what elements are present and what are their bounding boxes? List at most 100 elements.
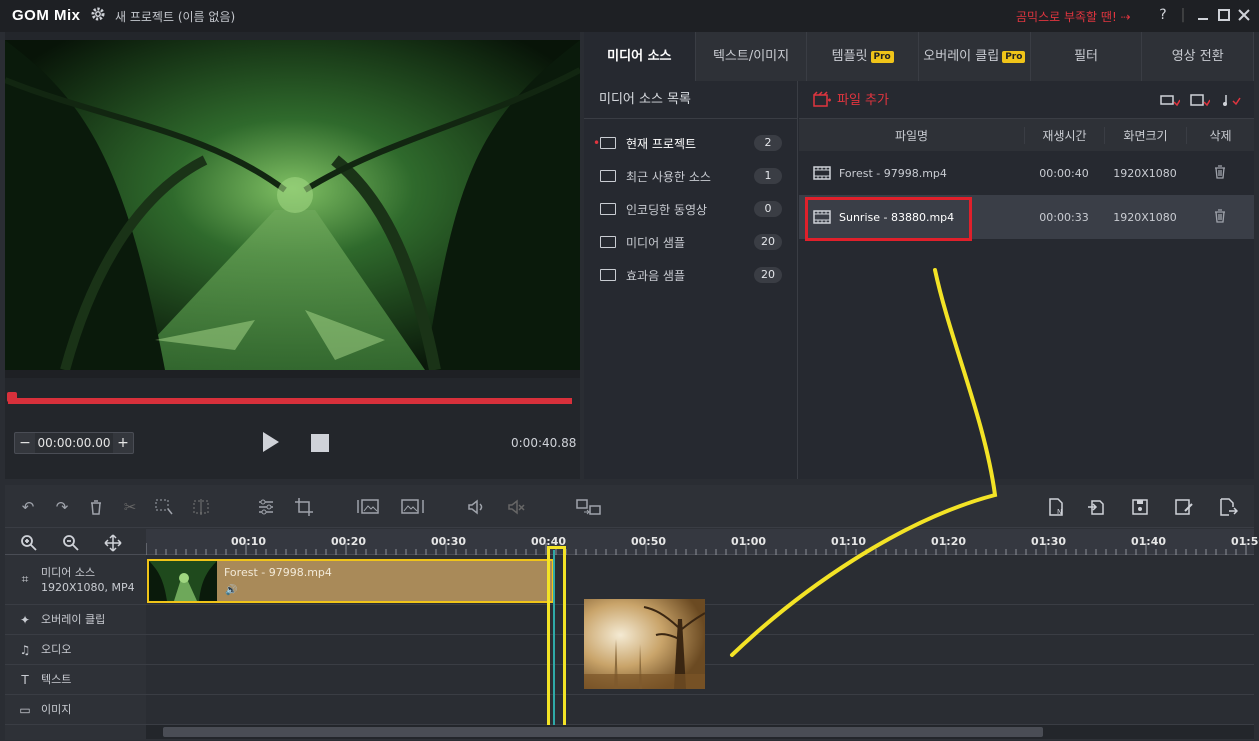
redo-icon[interactable]: ↷	[52, 497, 72, 517]
minimize-icon[interactable]	[1194, 6, 1212, 24]
folder-icon	[600, 269, 616, 281]
folder-icon	[600, 170, 616, 182]
tab-label: 텍스트/이미지	[712, 49, 790, 64]
cut-icon[interactable]: ✂	[120, 497, 140, 517]
folder-item[interactable]: 인코딩한 동영상 0	[584, 194, 798, 224]
promo-link[interactable]: 곰믹스로 부족할 땐! ⇢	[1016, 8, 1131, 25]
save-project-icon[interactable]	[1130, 497, 1150, 517]
track-name: 오디오	[41, 643, 72, 656]
timecode-value[interactable]: 00:00:00.00	[35, 433, 113, 453]
folder-item[interactable]: 미디어 샘플 20	[584, 227, 798, 257]
file-name-cell: Forest - 97998.mp4	[799, 166, 1024, 180]
trash-icon[interactable]	[1186, 208, 1254, 226]
stop-icon[interactable]	[311, 434, 329, 452]
folder-item[interactable]: 효과음 샘플 20	[584, 260, 798, 290]
folder-label: 미디어 샘플	[626, 235, 686, 250]
folder-item[interactable]: 최근 사용한 소스 1	[584, 161, 798, 191]
clip-thumbnail	[149, 561, 217, 601]
track-lane-4[interactable]	[146, 695, 1254, 725]
file-size: 1920X1080	[1113, 166, 1177, 180]
timeline-scroll-thumb[interactable]	[163, 727, 1043, 737]
track-label-4: ▭ 이미지	[5, 695, 146, 725]
ruler-label: 01:20	[931, 535, 967, 548]
tab-label: 템플릿	[831, 49, 868, 64]
crop-icon[interactable]	[294, 497, 314, 517]
tab-0[interactable]: 미디어 소스	[584, 32, 696, 81]
mute-icon[interactable]	[506, 497, 526, 517]
split-icon[interactable]	[192, 497, 212, 517]
add-file-button[interactable]: 파일 추가	[813, 89, 889, 108]
folder-count: 20	[754, 234, 782, 250]
pro-badge: Pro	[870, 50, 894, 63]
tab-label: 오버레이 클립	[923, 49, 1000, 64]
svg-text:N: N	[1057, 508, 1062, 516]
folder-count: 20	[754, 267, 782, 283]
folder-count: 2	[754, 135, 782, 151]
zoom-in-icon[interactable]	[20, 534, 38, 552]
dragged-sunrise-thumbnail[interactable]	[584, 599, 705, 689]
save-as-icon[interactable]	[1174, 497, 1194, 517]
col-filename[interactable]: 파일명	[799, 127, 1024, 144]
select-range-icon[interactable]	[154, 497, 174, 517]
tab-3[interactable]: 오버레이 클립 Pro	[919, 32, 1031, 81]
timecode-minus-button[interactable]: −	[15, 435, 35, 451]
folder-icon	[600, 137, 616, 149]
undo-icon[interactable]: ↶	[18, 497, 38, 517]
zoom-out-icon[interactable]	[62, 534, 80, 552]
video-preview[interactable]	[5, 40, 580, 370]
folder-item[interactable]: 현재 프로젝트 2	[584, 128, 798, 158]
ruler-label: 01:50	[1231, 535, 1259, 548]
col-duration[interactable]: 재생시간	[1024, 126, 1104, 144]
transition-icon[interactable]	[576, 497, 602, 517]
delete-icon[interactable]	[86, 497, 106, 517]
tab-4[interactable]: 필터	[1031, 32, 1143, 81]
film-icon	[813, 166, 831, 180]
close-icon[interactable]	[1235, 6, 1253, 24]
file-size: 1920X1080	[1113, 210, 1177, 224]
timeline-clip-forest[interactable]: 🔊	[147, 559, 554, 603]
maximize-icon[interactable]	[1215, 6, 1233, 24]
sort-image-icon[interactable]	[1190, 93, 1210, 107]
trash-icon[interactable]	[1186, 164, 1254, 182]
timeline-ruler[interactable]	[146, 529, 1254, 555]
gear-icon[interactable]	[90, 6, 106, 22]
new-project-icon[interactable]: N	[1046, 497, 1066, 517]
insert-image-after-icon[interactable]	[400, 497, 426, 517]
file-duration: 00:00:33	[1039, 210, 1089, 224]
play-icon[interactable]	[263, 432, 279, 452]
track-name: 오버레이 클립	[41, 613, 106, 626]
help-icon[interactable]: ?	[1154, 6, 1172, 24]
track-label-3: T 텍스트	[5, 665, 146, 695]
insert-image-before-icon[interactable]	[356, 497, 382, 517]
ruler-label: 01:00	[731, 535, 767, 548]
folder-count: 0	[754, 201, 782, 217]
preview-divider	[5, 370, 580, 378]
tab-2[interactable]: 템플릿 Pro	[807, 32, 920, 81]
sort-audio-icon[interactable]	[1222, 93, 1242, 107]
tab-1[interactable]: 텍스트/이미지	[696, 32, 808, 81]
folder-icon	[600, 203, 616, 215]
fit-timeline-icon[interactable]	[104, 534, 122, 552]
folder-label: 인코딩한 동영상	[626, 202, 708, 217]
pro-badge: Pro	[1002, 50, 1026, 63]
tab-5[interactable]: 영상 전환	[1142, 32, 1255, 81]
export-icon[interactable]	[1218, 497, 1238, 517]
file-row[interactable]: Forest - 97998.mp4 00:00:40 1920X1080	[799, 151, 1254, 195]
track-label-0: ⌗ 미디어 소스 1920X1080, MP4	[5, 555, 146, 605]
tab-label: 필터	[1074, 49, 1098, 64]
selection-highlight-box	[805, 197, 972, 241]
seek-bar[interactable]	[8, 398, 572, 404]
seek-handle[interactable]	[7, 392, 17, 402]
ruler-label: 00:20	[331, 535, 367, 548]
timecode-plus-button[interactable]: +	[113, 435, 133, 451]
col-size[interactable]: 화면크기	[1104, 126, 1186, 144]
image-icon: ▭	[19, 702, 31, 717]
music-icon: ♫	[19, 642, 31, 657]
col-delete: 삭제	[1186, 126, 1254, 144]
text-icon: T	[21, 672, 29, 687]
sort-video-icon[interactable]	[1160, 93, 1180, 107]
open-project-icon[interactable]	[1086, 497, 1106, 517]
adjust-icon[interactable]	[256, 497, 276, 517]
volume-icon[interactable]	[466, 497, 486, 517]
ruler-ticks	[146, 543, 1247, 555]
